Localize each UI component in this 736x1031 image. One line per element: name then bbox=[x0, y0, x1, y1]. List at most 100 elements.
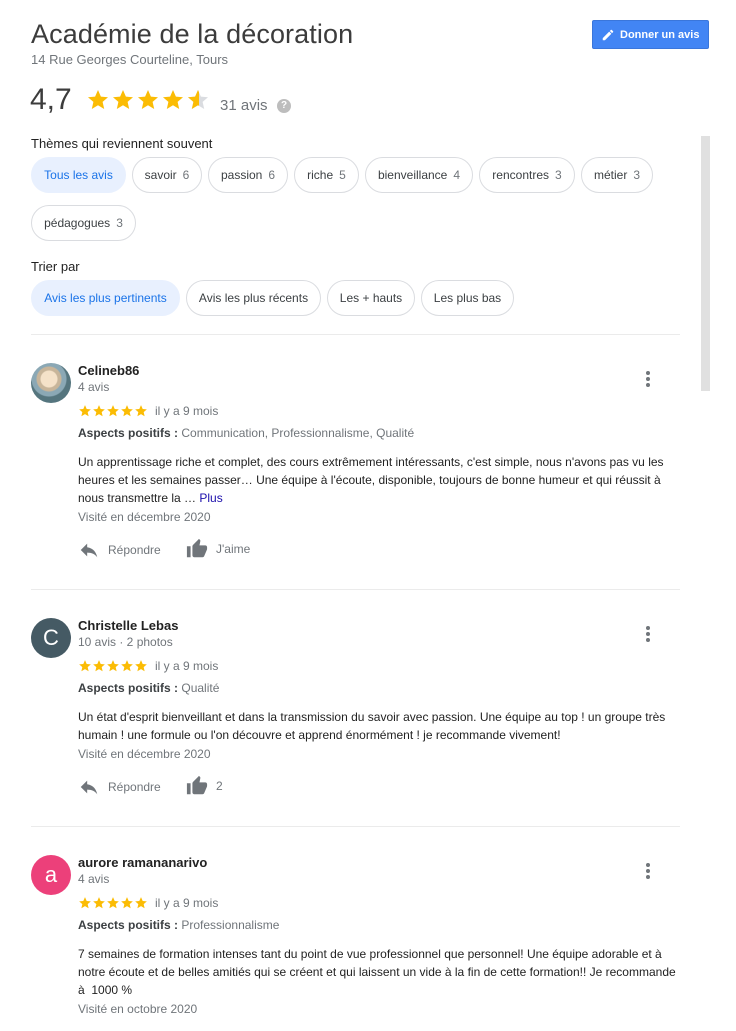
review-item: Celineb86 4 avis il y a 9 mois Aspects p… bbox=[31, 363, 701, 563]
review-text-body: Un apprentissage riche et complet, des c… bbox=[78, 455, 664, 505]
reviewer-meta: 4 avis bbox=[78, 872, 110, 886]
themes-label: Thèmes qui reviennent souvent bbox=[31, 136, 213, 151]
reviewer-name[interactable]: Christelle Lebas bbox=[78, 618, 178, 633]
chip-label: Tous les avis bbox=[44, 168, 113, 182]
reply-button[interactable]: Répondre bbox=[78, 776, 161, 798]
star-half-icon bbox=[188, 90, 208, 109]
more-options-icon[interactable] bbox=[643, 861, 653, 881]
star-icon bbox=[135, 660, 147, 672]
star-icon bbox=[121, 660, 133, 672]
review-text: 7 semaines de formation intenses tant du… bbox=[78, 947, 680, 997]
reply-icon bbox=[80, 543, 98, 558]
star-icon bbox=[138, 90, 158, 109]
place-address: 14 Rue Georges Courteline, Tours bbox=[31, 52, 229, 67]
like-count: 2 bbox=[216, 779, 223, 793]
visited-date: Visité en décembre 2020 bbox=[78, 747, 211, 761]
review-text: Un état d'esprit bienveillant et dans la… bbox=[78, 710, 666, 742]
divider bbox=[31, 826, 680, 827]
sort-most-relevant[interactable]: Avis les plus pertinents bbox=[31, 280, 180, 316]
reply-icon bbox=[80, 780, 98, 795]
more-link[interactable]: Plus bbox=[199, 491, 222, 505]
star-icon bbox=[121, 897, 133, 909]
review-stars bbox=[78, 659, 148, 673]
sort-label: Trier par bbox=[31, 259, 80, 274]
chip-label: métier bbox=[593, 168, 628, 182]
reviewer-meta: 4 avis bbox=[78, 380, 110, 394]
star-icon bbox=[93, 660, 105, 672]
chip-label: savoir bbox=[144, 168, 177, 182]
scrollbar[interactable] bbox=[701, 136, 710, 391]
more-options-icon[interactable] bbox=[643, 624, 653, 644]
chip-metier[interactable]: métier 3 bbox=[581, 157, 653, 193]
review-item: C Christelle Lebas 10 avis · 2 photos il… bbox=[31, 618, 701, 818]
star-icon bbox=[107, 897, 119, 909]
avatar[interactable] bbox=[31, 363, 71, 403]
review-date: il y a 9 mois bbox=[155, 659, 219, 673]
reviewer-name[interactable]: aurore ramananarivo bbox=[78, 855, 207, 870]
aspects-value: Professionnalisme bbox=[181, 918, 280, 932]
positive-aspects: Aspects positifs : Communication, Profes… bbox=[78, 426, 414, 440]
review-date: il y a 9 mois bbox=[155, 896, 219, 910]
chip-bienveillance[interactable]: bienveillance 4 bbox=[365, 157, 473, 193]
star-icon bbox=[113, 90, 133, 109]
review-item: a aurore ramananarivo 4 avis il y a 9 mo… bbox=[31, 855, 701, 1031]
aspects-label: Aspects positifs : bbox=[78, 681, 179, 695]
avatar[interactable]: C bbox=[31, 618, 71, 658]
chip-count: 3 bbox=[555, 168, 562, 182]
visited-date: Visité en octobre 2020 bbox=[78, 1002, 198, 1016]
help-icon[interactable]: ? bbox=[277, 99, 291, 113]
write-review-button[interactable]: Donner un avis bbox=[592, 20, 709, 49]
average-stars bbox=[86, 88, 210, 114]
aspects-value: Communication, Professionnalisme, Qualit… bbox=[181, 426, 415, 440]
chip-label: bienveillance bbox=[377, 168, 448, 182]
like-label: J'aime bbox=[216, 542, 251, 556]
star-icon bbox=[121, 405, 133, 417]
like-button[interactable]: J'aime bbox=[186, 538, 250, 560]
chip-count: 6 bbox=[268, 168, 276, 182]
star-icon bbox=[79, 897, 91, 909]
review-text: Un apprentissage riche et complet, des c… bbox=[78, 453, 678, 507]
chip-riche[interactable]: riche 5 bbox=[294, 157, 359, 193]
chip-pedagogues[interactable]: pédagogues 3 bbox=[31, 205, 136, 241]
sort-most-recent[interactable]: Avis les plus récents bbox=[186, 280, 321, 316]
chip-count: 3 bbox=[116, 216, 123, 230]
pencil-icon bbox=[602, 29, 614, 40]
reviewer-name[interactable]: Celineb86 bbox=[78, 363, 139, 378]
sort-lowest[interactable]: Les plus bas bbox=[421, 280, 514, 316]
write-review-label: Donner un avis bbox=[620, 28, 700, 41]
more-options-icon[interactable] bbox=[643, 369, 653, 389]
like-button[interactable]: 2 bbox=[186, 775, 223, 797]
average-rating: 4,7 bbox=[30, 83, 72, 116]
chip-label: pédagogues bbox=[44, 216, 111, 230]
chip-savoir[interactable]: savoir 6 bbox=[132, 157, 202, 193]
star-icon bbox=[93, 405, 105, 417]
reply-label: Répondre bbox=[108, 780, 161, 794]
chip-label: passion bbox=[220, 168, 263, 182]
place-title: Académie de la décoration bbox=[31, 19, 354, 49]
chip-all-reviews[interactable]: Tous les avis bbox=[31, 157, 126, 193]
positive-aspects: Aspects positifs : Qualité bbox=[78, 681, 219, 695]
review-date: il y a 9 mois bbox=[155, 404, 219, 418]
star-icon bbox=[79, 660, 91, 672]
reply-label: Répondre bbox=[108, 543, 161, 557]
reviewer-meta: 10 avis · 2 photos bbox=[78, 635, 173, 649]
chip-count: 5 bbox=[339, 168, 346, 182]
star-icon bbox=[135, 405, 147, 417]
positive-aspects: Aspects positifs : Professionnalisme bbox=[78, 918, 279, 932]
divider bbox=[31, 334, 680, 335]
chip-label: rencontres bbox=[492, 168, 549, 182]
aspects-label: Aspects positifs : bbox=[78, 426, 179, 440]
chip-count: 3 bbox=[633, 168, 641, 182]
avatar[interactable]: a bbox=[31, 855, 71, 895]
star-icon bbox=[93, 897, 105, 909]
chip-rencontres[interactable]: rencontres 3 bbox=[479, 157, 575, 193]
review-count: 31 avis bbox=[220, 97, 268, 114]
sort-highest[interactable]: Les + hauts bbox=[327, 280, 415, 316]
chip-label: riche bbox=[307, 168, 334, 182]
aspects-label: Aspects positifs : bbox=[78, 918, 179, 932]
visited-date: Visité en décembre 2020 bbox=[78, 510, 211, 524]
reply-button[interactable]: Répondre bbox=[78, 539, 161, 561]
chip-passion[interactable]: passion 6 bbox=[208, 157, 288, 193]
review-stars bbox=[78, 404, 148, 418]
review-stars bbox=[78, 896, 148, 910]
